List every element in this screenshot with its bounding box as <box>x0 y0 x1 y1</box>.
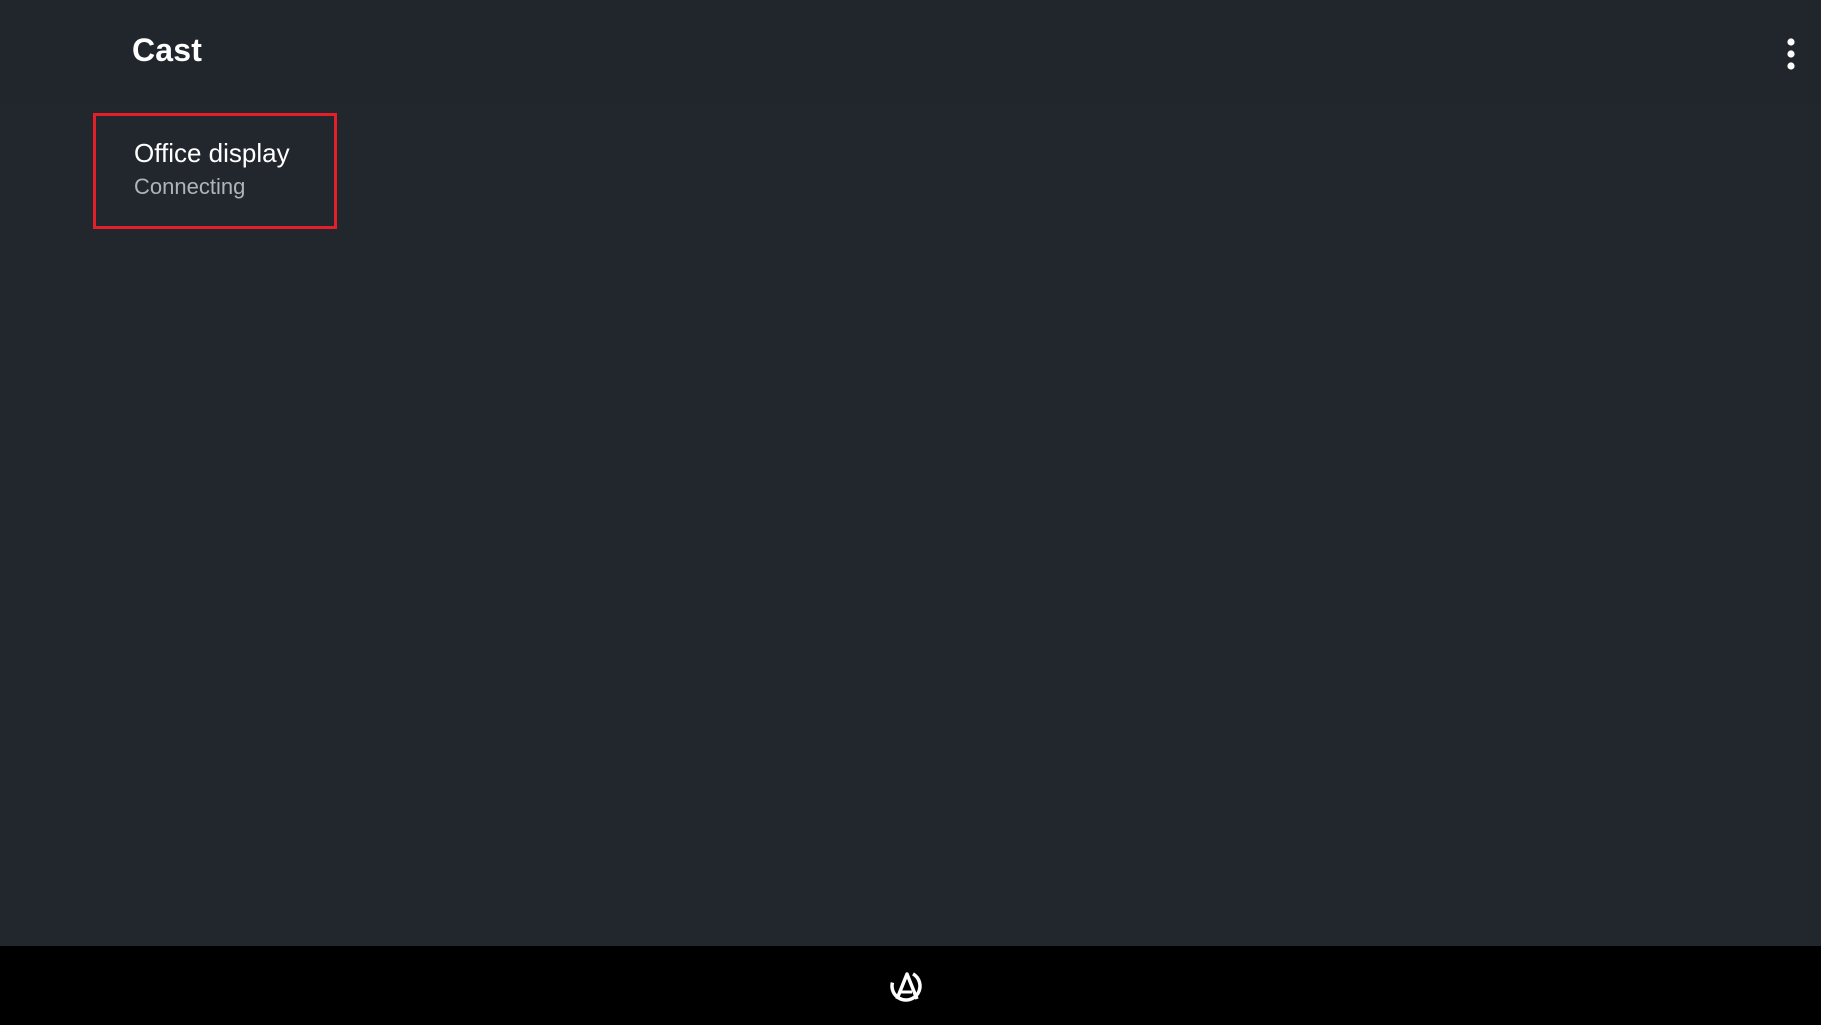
page-title: Cast <box>132 32 203 68</box>
home-button[interactable] <box>888 968 924 1004</box>
device-name: Office display <box>134 138 290 168</box>
app-bar: Cast <box>0 0 1821 104</box>
overflow-menu-button[interactable] <box>1775 30 1807 78</box>
more-vert-icon <box>1787 38 1795 70</box>
navigation-bar <box>0 946 1821 1025</box>
launcher-logo-icon <box>890 970 922 1002</box>
cast-device-item[interactable]: Office display Connecting <box>93 113 337 229</box>
device-status: Connecting <box>134 174 246 199</box>
cast-screen: Cast Office display Connecting <box>0 0 1821 946</box>
